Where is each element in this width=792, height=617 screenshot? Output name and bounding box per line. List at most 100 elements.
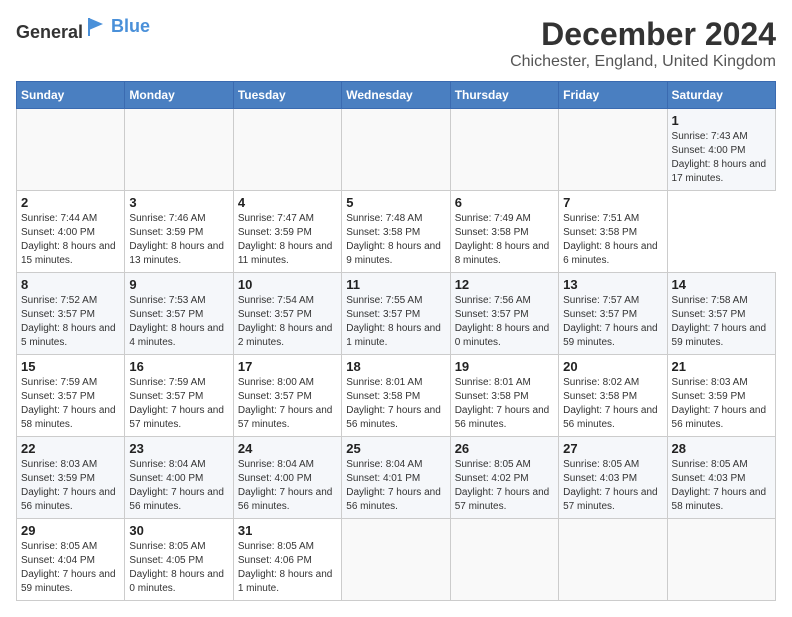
calendar-day-22: 22Sunrise: 8:03 AMSunset: 3:59 PMDayligh…	[17, 437, 125, 519]
day-info: Sunrise: 7:57 AMSunset: 3:57 PMDaylight:…	[563, 294, 662, 350]
day-number: 3	[129, 195, 228, 210]
calendar-day-16: 16 Sunrise: 7:59 AMSunset: 3:57 PMDayligh…	[125, 355, 233, 437]
day-info: Sunrise: 7:47 AMSunset: 3:59 PMDaylight:…	[238, 212, 337, 268]
day-info: Sunrise: 8:05 AMSunset: 4:06 PMDaylight:…	[238, 540, 337, 596]
calendar-week-4: 15 Sunrise: 7:59 AMSunset: 3:57 PMDayligh…	[17, 355, 776, 437]
weekday-header-saturday: Saturday	[667, 82, 775, 109]
day-number: 16	[129, 359, 228, 374]
day-info: Sunrise: 7:54 AMSunset: 3:57 PMDaylight:…	[238, 294, 337, 350]
calendar-day-26: 26 Sunrise: 8:05 AMSunset: 4:02 PMDayligh…	[450, 437, 558, 519]
empty-cell	[342, 519, 450, 601]
location-subtitle: Chichester, England, United Kingdom	[510, 53, 776, 71]
calendar-week-6: 29Sunrise: 8:05 AMSunset: 4:04 PMDayligh…	[17, 519, 776, 601]
day-number: 17	[238, 359, 337, 374]
day-number: 23	[129, 441, 228, 456]
empty-cell	[125, 109, 233, 191]
weekday-row: SundayMondayTuesdayWednesdayThursdayFrid…	[17, 82, 776, 109]
day-info: Sunrise: 8:04 AMSunset: 4:00 PMDaylight:…	[129, 458, 228, 514]
month-year-title: December 2024	[510, 16, 776, 53]
day-info: Sunrise: 7:59 AMSunset: 3:57 PMDaylight:…	[21, 376, 120, 432]
day-info: Sunrise: 7:49 AMSunset: 3:58 PMDaylight:…	[455, 212, 554, 268]
day-number: 14	[672, 277, 771, 292]
day-number: 19	[455, 359, 554, 374]
calendar-day-8: 8 Sunrise: 7:52 AMSunset: 3:57 PMDaylight…	[17, 273, 125, 355]
day-info: Sunrise: 8:05 AMSunset: 4:03 PMDaylight:…	[672, 458, 771, 514]
day-number: 11	[346, 277, 445, 292]
day-number: 13	[563, 277, 662, 292]
day-info: Sunrise: 7:46 AMSunset: 3:59 PMDaylight:…	[129, 212, 228, 268]
logo-flag-icon	[85, 16, 107, 38]
calendar-day-6: 6Sunrise: 7:49 AMSunset: 3:58 PMDaylight…	[450, 191, 558, 273]
day-number: 4	[238, 195, 337, 210]
day-info: Sunrise: 7:48 AMSunset: 3:58 PMDaylight:…	[346, 212, 445, 268]
day-info: Sunrise: 8:01 AMSunset: 3:58 PMDaylight:…	[455, 376, 554, 432]
day-info: Sunrise: 7:56 AMSunset: 3:57 PMDaylight:…	[455, 294, 554, 350]
title-area: December 2024 Chichester, England, Unite…	[510, 16, 776, 71]
day-info: Sunrise: 8:03 AMSunset: 3:59 PMDaylight:…	[672, 376, 771, 432]
calendar-day-11: 11 Sunrise: 7:55 AMSunset: 3:57 PMDayligh…	[342, 273, 450, 355]
day-number: 31	[238, 523, 337, 538]
day-number: 8	[21, 277, 120, 292]
day-info: Sunrise: 8:05 AMSunset: 4:05 PMDaylight:…	[129, 540, 228, 596]
day-number: 26	[455, 441, 554, 456]
calendar-week-3: 8 Sunrise: 7:52 AMSunset: 3:57 PMDaylight…	[17, 273, 776, 355]
day-info: Sunrise: 7:51 AMSunset: 3:58 PMDaylight:…	[563, 212, 662, 268]
day-number: 10	[238, 277, 337, 292]
calendar-day-7: 7Sunrise: 7:51 AMSunset: 3:58 PMDaylight…	[559, 191, 667, 273]
day-number: 27	[563, 441, 662, 456]
calendar-day-19: 19 Sunrise: 8:01 AMSunset: 3:58 PMDayligh…	[450, 355, 558, 437]
day-info: Sunrise: 8:03 AMSunset: 3:59 PMDaylight:…	[21, 458, 120, 514]
day-number: 20	[563, 359, 662, 374]
calendar-day-17: 17 Sunrise: 8:00 AMSunset: 3:57 PMDayligh…	[233, 355, 341, 437]
page-header: General Blue December 2024 Chichester, E…	[16, 16, 776, 71]
calendar-day-18: 18 Sunrise: 8:01 AMSunset: 3:58 PMDayligh…	[342, 355, 450, 437]
calendar-day-29: 29Sunrise: 8:05 AMSunset: 4:04 PMDayligh…	[17, 519, 125, 601]
calendar-day-27: 27Sunrise: 8:05 AMSunset: 4:03 PMDayligh…	[559, 437, 667, 519]
day-info: Sunrise: 8:05 AMSunset: 4:02 PMDaylight:…	[455, 458, 554, 514]
day-number: 28	[672, 441, 771, 456]
day-info: Sunrise: 8:05 AMSunset: 4:04 PMDaylight:…	[21, 540, 120, 596]
weekday-header-monday: Monday	[125, 82, 233, 109]
empty-cell	[559, 519, 667, 601]
calendar-day-20: 20 Sunrise: 8:02 AMSunset: 3:58 PMDayligh…	[559, 355, 667, 437]
day-number: 2	[21, 195, 120, 210]
day-info: Sunrise: 8:00 AMSunset: 3:57 PMDaylight:…	[238, 376, 337, 432]
day-number: 25	[346, 441, 445, 456]
calendar-day-15: 15 Sunrise: 7:59 AMSunset: 3:57 PMDayligh…	[17, 355, 125, 437]
day-number: 18	[346, 359, 445, 374]
calendar-day-25: 25Sunrise: 8:04 AMSunset: 4:01 PMDayligh…	[342, 437, 450, 519]
empty-cell	[233, 109, 341, 191]
day-info: Sunrise: 8:01 AMSunset: 3:58 PMDaylight:…	[346, 376, 445, 432]
empty-cell	[450, 519, 558, 601]
day-number: 1	[672, 113, 771, 128]
calendar-body: 1Sunrise: 7:43 AMSunset: 4:00 PMDaylight…	[17, 109, 776, 601]
day-info: Sunrise: 7:59 AMSunset: 3:57 PMDaylight:…	[129, 376, 228, 432]
day-number: 21	[672, 359, 771, 374]
calendar-day-4: 4 Sunrise: 7:47 AMSunset: 3:59 PMDaylight…	[233, 191, 341, 273]
day-info: Sunrise: 7:53 AMSunset: 3:57 PMDaylight:…	[129, 294, 228, 350]
day-info: Sunrise: 8:02 AMSunset: 3:58 PMDaylight:…	[563, 376, 662, 432]
day-number: 9	[129, 277, 228, 292]
logo: General Blue	[16, 16, 150, 43]
calendar-day-23: 23 Sunrise: 8:04 AMSunset: 4:00 PMDayligh…	[125, 437, 233, 519]
weekday-header-friday: Friday	[559, 82, 667, 109]
calendar-week-2: 2 Sunrise: 7:44 AMSunset: 4:00 PMDaylight…	[17, 191, 776, 273]
empty-cell	[450, 109, 558, 191]
calendar-day-12: 12 Sunrise: 7:56 AMSunset: 3:57 PMDayligh…	[450, 273, 558, 355]
day-info: Sunrise: 7:55 AMSunset: 3:57 PMDaylight:…	[346, 294, 445, 350]
day-info: Sunrise: 7:44 AMSunset: 4:00 PMDaylight:…	[21, 212, 120, 268]
day-number: 24	[238, 441, 337, 456]
calendar-day-28: 28 Sunrise: 8:05 AMSunset: 4:03 PMDayligh…	[667, 437, 775, 519]
logo-blue: Blue	[111, 16, 150, 37]
day-info: Sunrise: 7:52 AMSunset: 3:57 PMDaylight:…	[21, 294, 120, 350]
day-number: 12	[455, 277, 554, 292]
weekday-header-tuesday: Tuesday	[233, 82, 341, 109]
empty-cell	[667, 519, 775, 601]
day-number: 5	[346, 195, 445, 210]
day-number: 30	[129, 523, 228, 538]
calendar-day-9: 9 Sunrise: 7:53 AMSunset: 3:57 PMDaylight…	[125, 273, 233, 355]
day-number: 15	[21, 359, 120, 374]
calendar-day-24: 24Sunrise: 8:04 AMSunset: 4:00 PMDayligh…	[233, 437, 341, 519]
calendar-day-31: 31 Sunrise: 8:05 AMSunset: 4:06 PMDayligh…	[233, 519, 341, 601]
calendar-table: SundayMondayTuesdayWednesdayThursdayFrid…	[16, 81, 776, 601]
